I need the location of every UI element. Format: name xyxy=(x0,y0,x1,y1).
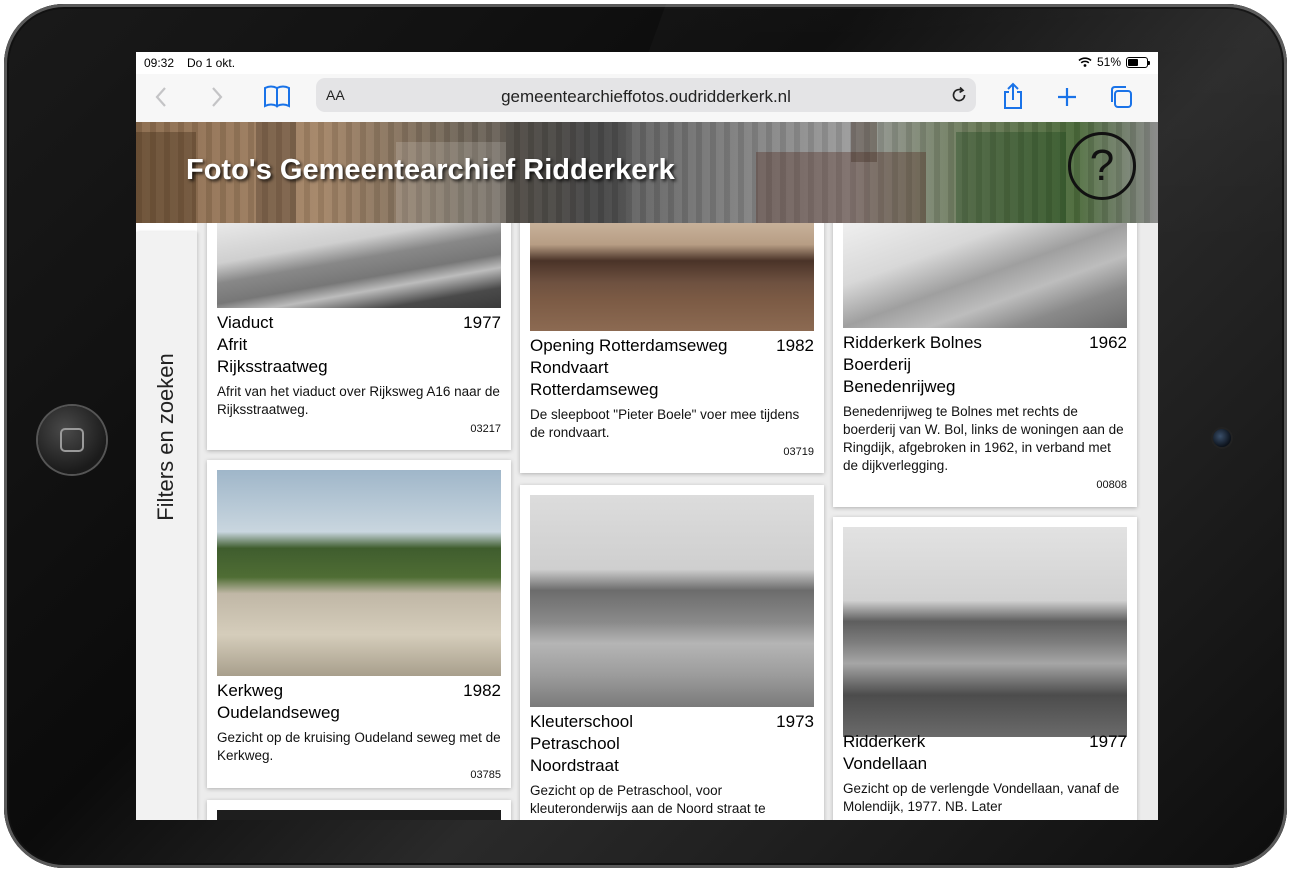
card-title-line: Rijksstraatweg xyxy=(217,357,328,376)
card-year: 1977 xyxy=(463,313,501,332)
card-id: 03719 xyxy=(783,446,814,458)
filters-tab[interactable]: Filters en zoeken xyxy=(136,232,197,820)
browser-toolbar: AA gemeentearchieffotos.oudridderkerk.nl xyxy=(136,74,1158,122)
card-year: 1962 xyxy=(1089,333,1127,352)
chevron-right-icon xyxy=(212,87,223,107)
battery-percentage: 51% xyxy=(1096,55,1121,69)
photo-thumbnail[interactable] xyxy=(217,223,501,308)
photo-card[interactable]: Kerkweg 1982 Oudelandseweg Gezicht op de… xyxy=(207,460,511,788)
card-caption: Ridderkerk 1977 Vondellaan Gezicht op de… xyxy=(843,731,1127,816)
share-button[interactable] xyxy=(1002,82,1024,110)
book-icon xyxy=(264,85,290,108)
card-caption: Kerkweg 1982 Oudelandseweg Gezicht op de… xyxy=(217,680,501,781)
status-date: Do 1 okt. xyxy=(187,56,236,70)
tabs-button[interactable] xyxy=(1109,85,1133,109)
card-year: 1982 xyxy=(463,681,501,700)
card-title-line: Rotterdamseweg xyxy=(530,380,659,399)
photo-grid: Viaduct 1977 Afrit Rijksstraatweg Afrit … xyxy=(197,223,1158,820)
battery-icon xyxy=(1126,56,1150,68)
status-time: 09:32 xyxy=(144,56,175,70)
card-year: 1973 xyxy=(776,712,814,731)
card-title-line: Rondvaart xyxy=(530,358,609,377)
card-id: 03785 xyxy=(470,769,501,781)
card-id: 00808 xyxy=(1096,479,1127,491)
site-banner: Foto's Gemeentearchief Ridderkerk ? xyxy=(136,122,1158,223)
photo-thumbnail[interactable] xyxy=(843,223,1127,328)
wifi-icon xyxy=(1078,57,1092,67)
address-bar[interactable]: AA gemeentearchieffotos.oudridderkerk.nl xyxy=(316,78,976,112)
card-title-line: Vondellaan xyxy=(843,754,928,773)
help-button[interactable]: ? xyxy=(1068,132,1136,200)
photo-thumbnail[interactable] xyxy=(530,495,814,707)
card-title-line: Petraschool xyxy=(530,734,620,753)
card-caption: Opening Rotterdamseweg 1982 Rondvaart Ro… xyxy=(530,335,814,458)
photo-thumbnail[interactable] xyxy=(217,470,501,676)
card-title-line: Viaduct xyxy=(217,313,274,332)
card-title-line: Opening Rotterdamseweg xyxy=(530,336,728,355)
photo-card[interactable] xyxy=(207,800,511,820)
question-icon: ? xyxy=(1089,141,1115,190)
chevron-left-icon xyxy=(155,87,166,107)
forward-button[interactable] xyxy=(210,86,224,108)
bookmarks-button[interactable] xyxy=(263,84,291,108)
card-title-line: Kerkweg xyxy=(217,681,284,700)
new-tab-button[interactable] xyxy=(1056,86,1078,108)
card-title-line: Boerderij xyxy=(843,355,912,374)
photo-card[interactable]: Viaduct 1977 Afrit Rijksstraatweg Afrit … xyxy=(207,223,511,450)
photo-thumbnail[interactable] xyxy=(530,223,814,331)
card-caption: Viaduct 1977 Afrit Rijksstraatweg Afrit … xyxy=(217,312,501,435)
card-description: Gezicht op de Petraschool, voor kleutero… xyxy=(530,783,766,816)
home-button[interactable] xyxy=(38,406,106,474)
back-button[interactable] xyxy=(154,86,168,108)
photo-card[interactable]: Ridderkerk Bolnes 1962 Boerderij Beneden… xyxy=(833,223,1137,507)
card-year: 1982 xyxy=(776,336,814,355)
card-description: De sleepboot "Pieter Boele" voer mee tij… xyxy=(530,407,800,440)
url-text: gemeentearchieffotos.oudridderkerk.nl xyxy=(501,87,791,106)
screen: 09:32 Do 1 okt. 51% AA gemeentearchieffo… xyxy=(136,52,1158,820)
card-description: Afrit van het viaduct over Rijksweg A16 … xyxy=(217,384,500,417)
photo-card[interactable]: Ridderkerk 1977 Vondellaan Gezicht op de… xyxy=(833,517,1137,820)
card-year: 1977 xyxy=(1089,732,1127,751)
card-title-line: Ridderkerk Bolnes xyxy=(843,333,982,352)
card-title-line: Benedenrijweg xyxy=(843,377,956,396)
card-caption: Ridderkerk Bolnes 1962 Boerderij Beneden… xyxy=(843,332,1127,491)
front-camera xyxy=(1213,429,1231,447)
site-title[interactable]: Foto's Gemeentearchief Ridderkerk xyxy=(186,154,675,187)
card-id: 03217 xyxy=(470,423,501,435)
status-right: 51% xyxy=(1078,55,1150,69)
card-title-line: Oudelandseweg xyxy=(217,703,340,722)
card-title-line: Afrit xyxy=(217,335,248,354)
plus-icon xyxy=(1058,88,1076,106)
photo-card[interactable]: Kleuterschool 1973 Petraschool Noordstra… xyxy=(520,485,824,820)
photo-thumbnail[interactable] xyxy=(217,810,501,820)
tabs-icon xyxy=(1111,86,1132,108)
card-title-line: Noordstraat xyxy=(530,756,619,775)
card-title-line: Kleuterschool xyxy=(530,712,634,731)
status-bar: 09:32 Do 1 okt. 51% xyxy=(136,52,1158,74)
photo-thumbnail[interactable] xyxy=(843,527,1127,737)
card-description: Gezicht op de kruising Oudeland seweg me… xyxy=(217,730,501,763)
card-description: Benedenrijweg te Bolnes met rechts de bo… xyxy=(843,404,1124,473)
reload-icon[interactable] xyxy=(950,86,968,104)
share-icon xyxy=(1004,82,1022,109)
home-square-icon xyxy=(60,428,84,452)
photo-card[interactable]: Opening Rotterdamseweg 1982 Rondvaart Ro… xyxy=(520,223,824,473)
filters-tab-label: Filters en zoeken xyxy=(153,353,178,521)
card-description: Gezicht op de verlengde Vondellaan, vana… xyxy=(843,781,1120,814)
card-caption: Kleuterschool 1973 Petraschool Noordstra… xyxy=(530,711,814,818)
card-title-line: Ridderkerk xyxy=(843,732,926,751)
